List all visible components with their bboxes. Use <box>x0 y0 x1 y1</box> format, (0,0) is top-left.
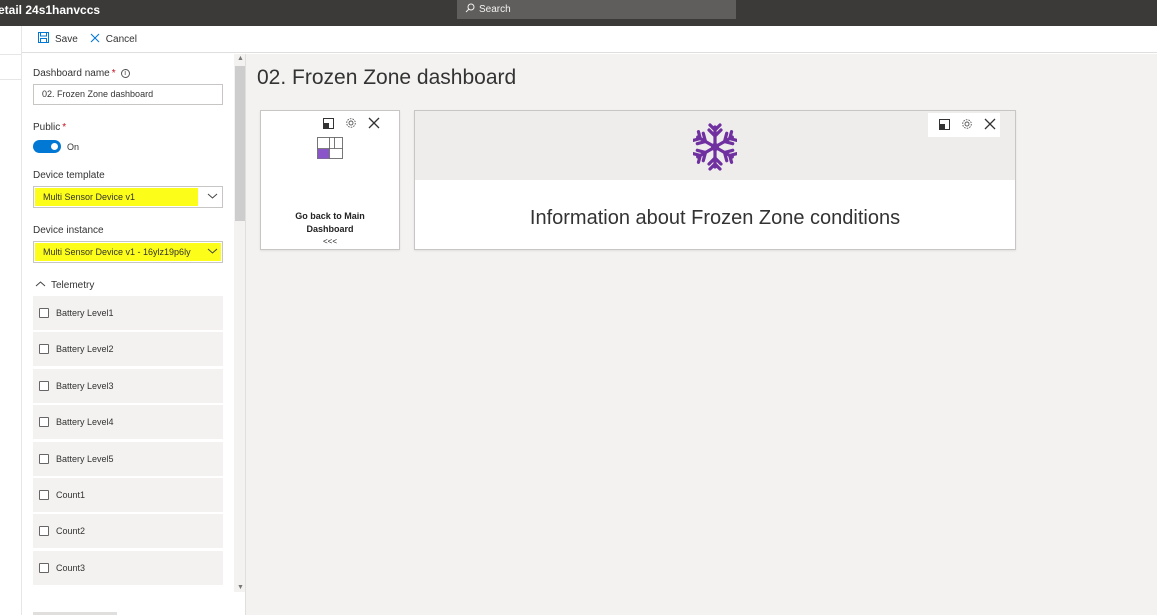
telemetry-section-header[interactable]: Telemetry <box>35 280 94 291</box>
tile-controls <box>928 113 1000 137</box>
snowflake-icon <box>691 123 739 174</box>
telemetry-item-label: Battery Level2 <box>56 344 114 355</box>
image-tile-text: Information about Frozen Zone conditions <box>529 207 901 229</box>
settings-panel: Dashboard name * i 02. Frozen Zone dashboa… <box>22 54 246 615</box>
required-marker: * <box>111 68 116 79</box>
panel-scrollbar[interactable]: ▲ ▼ <box>234 54 245 592</box>
close-icon[interactable] <box>368 117 380 129</box>
dashboard-name-label-text: Dashboard name <box>33 68 110 79</box>
device-instance-dropdown[interactable]: Multi Sensor Device v1 - 16ylz19p6ly <box>33 241 223 263</box>
top-bar: etail 24s1hanvccs Search <box>0 0 1157 26</box>
telemetry-item[interactable]: Battery Level2 <box>33 332 223 367</box>
dashboard-title: 02. Frozen Zone dashboard <box>257 66 517 89</box>
dashboard-link-icon <box>317 137 343 162</box>
checkbox[interactable] <box>39 380 49 391</box>
dashboard-name-label: Dashboard name * i <box>33 68 130 79</box>
telemetry-item[interactable]: Count3 <box>33 550 223 585</box>
link-tile-title-line1: Go back to Main <box>295 211 365 221</box>
telemetry-item[interactable]: Count1 <box>33 477 223 512</box>
device-template-dropdown[interactable]: Multi Sensor Device v1 <box>33 186 223 208</box>
cancel-icon <box>90 33 106 46</box>
required-marker: * <box>62 122 67 133</box>
tile-controls <box>312 117 380 129</box>
telemetry-item-label: Count1 <box>56 489 86 500</box>
checkbox[interactable] <box>39 562 49 573</box>
app-title: etail 24s1hanvccs <box>0 3 101 17</box>
checkbox[interactable] <box>39 308 49 318</box>
left-nav-item[interactable] <box>0 54 21 80</box>
link-tile[interactable]: Go back to Main Dashboard <<< <box>260 110 400 250</box>
save-icon <box>38 32 55 46</box>
telemetry-item-label: Count2 <box>56 526 86 537</box>
chevron-down-icon <box>207 192 218 202</box>
resize-icon[interactable] <box>939 118 950 130</box>
cancel-label: Cancel <box>105 33 137 45</box>
checkbox[interactable] <box>39 344 49 355</box>
checkbox[interactable] <box>39 489 49 500</box>
left-nav <box>0 26 22 615</box>
save-button[interactable]: Save <box>38 32 78 46</box>
command-bar: Save Cancel <box>22 26 1157 53</box>
device-instance-label: Device instance <box>33 225 104 236</box>
telemetry-item-label: Battery Level5 <box>56 453 114 464</box>
save-label: Save <box>55 33 78 45</box>
telemetry-item-label: Battery Level4 <box>56 417 114 428</box>
public-toggle-state: On <box>67 142 80 152</box>
telemetry-item-label: Count3 <box>56 562 86 573</box>
telemetry-item[interactable]: Count2 <box>33 514 223 549</box>
search-box[interactable]: Search <box>457 0 736 19</box>
checkbox[interactable] <box>39 417 49 428</box>
info-icon[interactable]: i <box>120 69 130 78</box>
close-icon[interactable] <box>984 118 996 130</box>
scroll-down-icon[interactable]: ▼ <box>237 584 244 591</box>
checkbox[interactable] <box>39 526 49 537</box>
cancel-button[interactable]: Cancel <box>90 33 137 46</box>
device-template-value: Multi Sensor Device v1 <box>35 188 198 206</box>
telemetry-item[interactable]: Battery Level3 <box>33 368 223 403</box>
public-label: Public * <box>33 122 66 133</box>
telemetry-label: Telemetry <box>51 280 95 291</box>
dashboard-name-input[interactable]: 02. Frozen Zone dashboard <box>33 84 223 105</box>
link-tile-subtitle: <<< <box>322 237 337 246</box>
scroll-up-icon[interactable]: ▲ <box>237 55 244 62</box>
device-instance-value: Multi Sensor Device v1 - 16ylz19p6ly <box>35 243 221 261</box>
telemetry-list: Battery Level1 Battery Level2 Battery Le… <box>33 296 223 587</box>
dashboard-canvas: 02. Frozen Zone dashboard Go back to Mai… <box>246 54 1157 615</box>
resize-icon[interactable] <box>323 117 334 129</box>
device-template-label: Device template <box>33 170 105 181</box>
image-tile[interactable]: Information about Frozen Zone conditions <box>414 110 1016 250</box>
telemetry-item-label: Battery Level3 <box>56 380 114 391</box>
checkbox[interactable] <box>39 453 49 464</box>
telemetry-item-label: Battery Level1 <box>56 308 114 318</box>
link-tile-title-line2: Dashboard <box>306 224 354 234</box>
telemetry-item[interactable]: Battery Level5 <box>33 441 223 476</box>
gear-icon[interactable] <box>961 118 973 130</box>
public-toggle[interactable] <box>33 140 61 153</box>
chevron-down-icon <box>207 247 218 257</box>
public-label-text: Public <box>33 122 61 133</box>
telemetry-item[interactable]: Battery Level1 <box>33 296 223 330</box>
chevron-up-icon <box>35 280 51 291</box>
gear-icon[interactable] <box>345 117 357 129</box>
search-icon <box>465 3 479 16</box>
telemetry-item[interactable]: Battery Level4 <box>33 405 223 440</box>
scroll-thumb[interactable] <box>235 66 245 221</box>
search-placeholder: Search <box>479 4 511 15</box>
